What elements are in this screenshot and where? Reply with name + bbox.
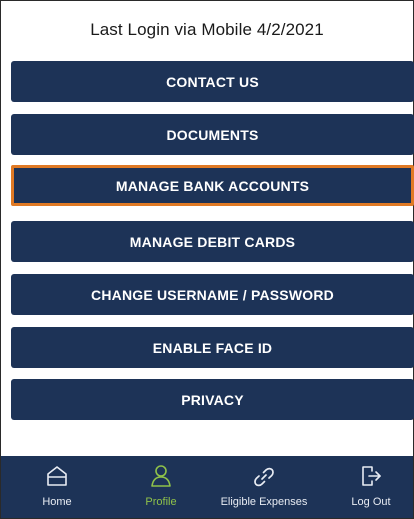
privacy-button[interactable]: PRIVACY: [11, 379, 414, 420]
tab-home-label: Home: [42, 496, 72, 508]
tab-log-out[interactable]: Log Out: [341, 456, 401, 508]
link-icon: [254, 467, 274, 487]
profile-screen: Last Login via Mobile 4/2/2021 CONTACT U…: [0, 0, 414, 519]
profile-icon: [151, 465, 171, 487]
tab-eligible-expenses[interactable]: Eligible Expenses: [209, 456, 319, 508]
tab-profile-label: Profile: [145, 496, 177, 508]
change-username-password-button[interactable]: CHANGE USERNAME / PASSWORD: [11, 274, 414, 315]
tab-home[interactable]: Home: [27, 456, 87, 508]
bottom-tab-bar: Home Profile Eligible Expenses Log Out: [1, 456, 413, 518]
contact-us-button[interactable]: CONTACT US: [11, 61, 414, 102]
manage-debit-cards-button[interactable]: MANAGE DEBIT CARDS: [11, 221, 414, 262]
tab-log-out-label: Log Out: [351, 496, 391, 508]
last-login-text: Last Login via Mobile 4/2/2021: [90, 20, 324, 39]
logout-icon: [362, 466, 381, 486]
tab-eligible-expenses-label: Eligible Expenses: [220, 496, 308, 508]
tab-profile[interactable]: Profile: [129, 456, 193, 508]
manage-bank-accounts-button[interactable]: MANAGE BANK ACCOUNTS: [11, 165, 414, 206]
enable-face-id-button[interactable]: ENABLE FACE ID: [11, 327, 414, 368]
home-icon: [47, 466, 67, 486]
documents-button[interactable]: DOCUMENTS: [11, 114, 414, 155]
